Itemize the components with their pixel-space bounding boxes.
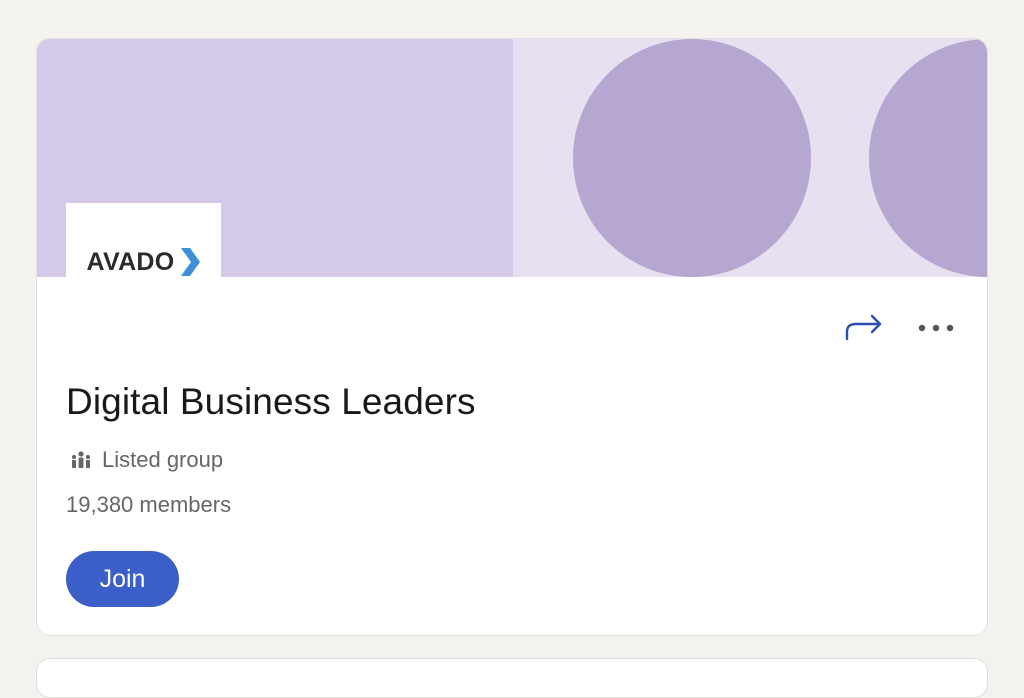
group-card: AVADO Digital Business Leaders Listed gr… xyxy=(36,38,988,636)
share-arrow-icon xyxy=(845,314,882,341)
logo-wordmark: AVADO xyxy=(86,247,175,276)
member-count: 19,380 members xyxy=(66,492,232,517)
next-card xyxy=(36,658,988,698)
visibility-label: Listed group xyxy=(102,447,224,472)
group-visibility: Listed group xyxy=(70,447,223,473)
card-actions xyxy=(841,309,959,347)
chevron-right-icon xyxy=(180,248,200,276)
share-button[interactable] xyxy=(841,309,887,347)
group-title[interactable]: Digital Business Leaders xyxy=(66,381,476,423)
more-dots-icon xyxy=(918,324,954,332)
join-button[interactable]: Join xyxy=(66,551,179,607)
group-logo[interactable]: AVADO xyxy=(66,203,221,315)
banner-circle xyxy=(573,39,811,277)
group-people-icon xyxy=(71,451,91,468)
more-options-button[interactable] xyxy=(913,309,959,347)
